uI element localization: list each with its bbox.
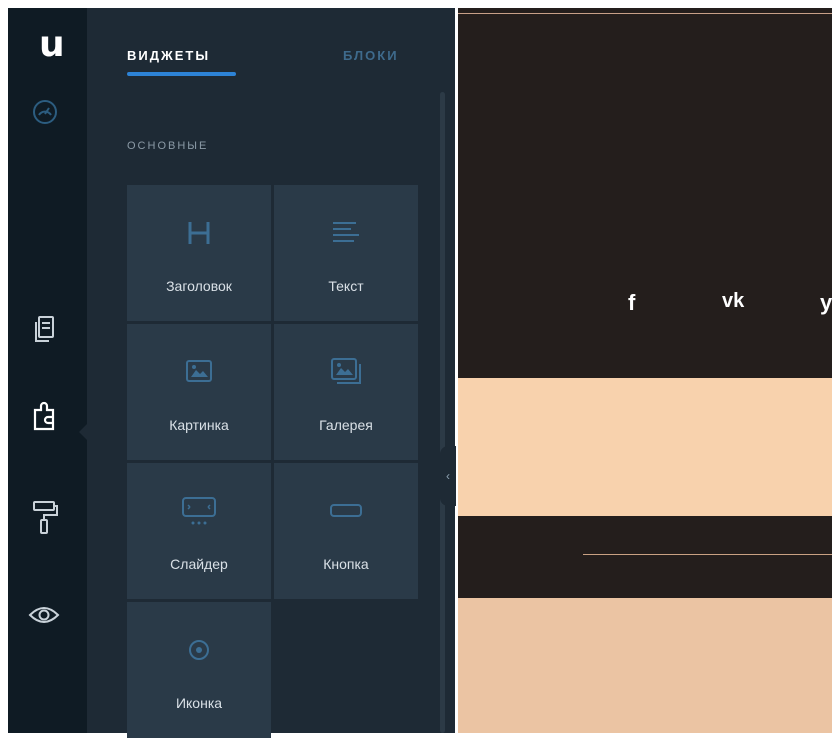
- widget-text[interactable]: Текст: [274, 185, 418, 321]
- peach-section: [458, 378, 832, 516]
- tab-blocks[interactable]: БЛОКИ: [343, 48, 399, 63]
- active-tab-underline: [127, 72, 236, 76]
- widget-label: Слайдер: [170, 556, 228, 572]
- widgets-panel: ВИДЖЕТЫ БЛОКИ ОСНОВНЫЕ Заголовок Текст К…: [87, 8, 455, 738]
- gallery-icon: [274, 352, 418, 392]
- widget-label: Кнопка: [323, 556, 369, 572]
- image-icon: [127, 352, 271, 392]
- widget-heading[interactable]: Заголовок: [127, 185, 271, 321]
- pages-icon[interactable]: [31, 313, 63, 345]
- peach-section-2: [458, 598, 832, 733]
- widget-button[interactable]: Кнопка: [274, 463, 418, 599]
- app-logo[interactable]: u: [39, 27, 65, 63]
- widget-label: Текст: [328, 278, 364, 294]
- divider-line: [583, 554, 832, 555]
- widget-icon[interactable]: Иконка: [127, 602, 271, 738]
- facebook-icon[interactable]: f: [628, 290, 635, 316]
- site-canvas: f vk y: [458, 8, 832, 733]
- text-icon: [274, 213, 418, 253]
- twitter-icon[interactable]: y: [820, 290, 832, 316]
- paint-roller-icon[interactable]: [30, 498, 62, 534]
- speedometer-icon[interactable]: [31, 98, 63, 130]
- dark-header-section: f vk y: [458, 8, 832, 378]
- widget-label: Галерея: [319, 417, 373, 433]
- widget-image[interactable]: Картинка: [127, 324, 271, 460]
- active-indicator: [79, 424, 87, 440]
- vk-icon[interactable]: vk: [722, 290, 744, 313]
- widget-slider[interactable]: Слайдер: [127, 463, 271, 599]
- widget-label: Картинка: [169, 417, 229, 433]
- panel-scrollbar[interactable]: [440, 92, 445, 733]
- heading-icon: [127, 213, 271, 253]
- divider-line: [458, 13, 832, 14]
- widget-label: Заголовок: [166, 278, 232, 294]
- tab-widgets[interactable]: ВИДЖЕТЫ: [127, 48, 210, 63]
- collapse-panel-handle[interactable]: ‹: [440, 446, 456, 506]
- widget-label: Иконка: [175, 695, 223, 711]
- widget-gallery[interactable]: Галерея: [274, 324, 418, 460]
- dark-band-section: [458, 516, 832, 598]
- slider-icon: [127, 491, 271, 531]
- icon-widget-icon: [127, 630, 271, 670]
- left-rail: u: [8, 8, 87, 733]
- section-title: ОСНОВНЫЕ: [127, 140, 209, 152]
- button-icon: [274, 491, 418, 531]
- eye-icon[interactable]: [28, 603, 60, 635]
- puzzle-icon[interactable]: [30, 398, 62, 431]
